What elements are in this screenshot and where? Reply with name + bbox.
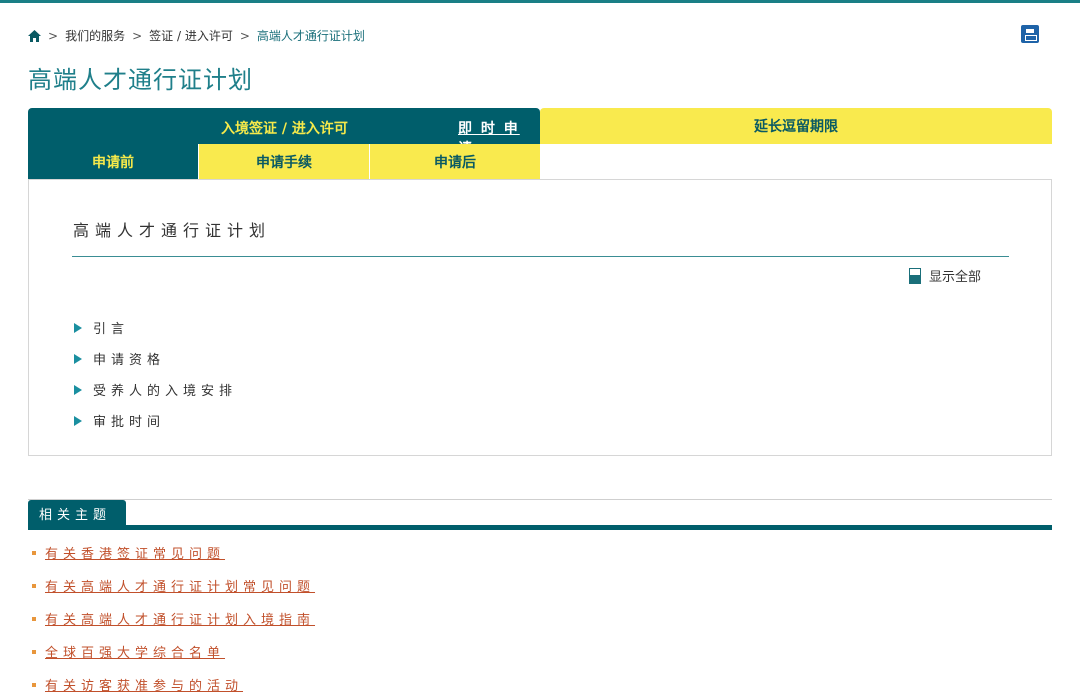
- bullet-icon: [32, 583, 36, 588]
- tab-entry-visa-label: 入境签证 / 进入许可: [221, 121, 348, 137]
- related-link-top-universities[interactable]: 全球百强大学综合名单: [45, 642, 225, 661]
- breadcrumb-separator: >: [48, 28, 59, 43]
- related-link-visa-faq[interactable]: 有关香港签证常见问题: [45, 543, 225, 562]
- tab-bar: 入境签证 / 进入许可 即 时 申 请 延长逗留期限 申请前 申请手续 申请后: [28, 108, 1052, 180]
- accordion-list: 引言 申请资格 受养人的入境安排 审批时间: [74, 312, 237, 436]
- bullet-icon: [32, 682, 36, 687]
- breadcrumb-separator: >: [239, 28, 250, 43]
- tab-entry-visa[interactable]: 入境签证 / 进入许可 即 时 申 请: [28, 108, 540, 157]
- subtab-before-apply[interactable]: 申请前: [28, 144, 198, 180]
- section-divider: [72, 256, 1009, 257]
- breadcrumb: > 我们的服务 > 签证 / 进入许可 > 高端人才通行证计划: [28, 27, 365, 44]
- breadcrumb-separator: >: [132, 28, 143, 43]
- accordion-item-label: 受养人的入境安排: [93, 384, 238, 399]
- page-title: 高端人才通行证计划: [28, 66, 253, 94]
- accordion-item-processing-time[interactable]: 审批时间: [74, 405, 237, 436]
- bullet-icon: [32, 616, 36, 621]
- expand-all-icon: [909, 267, 921, 284]
- accordion-item-introduction[interactable]: 引言: [74, 312, 237, 343]
- breadcrumb-current: 高端人才通行证计划: [256, 29, 365, 43]
- accordion-item-eligibility[interactable]: 申请资格: [74, 343, 237, 374]
- show-all-label: 显示全部: [929, 270, 982, 285]
- list-item: 有关高端人才通行证计划入境指南: [32, 602, 315, 635]
- accordion-item-label: 审批时间: [93, 415, 166, 430]
- print-icon[interactable]: [1021, 25, 1039, 43]
- accordion-item-dependants[interactable]: 受养人的入境安排: [74, 374, 237, 405]
- home-icon[interactable]: [28, 29, 41, 42]
- accordion-item-label: 申请资格: [93, 353, 166, 368]
- triangle-right-icon: [74, 322, 82, 333]
- list-item: 有关香港签证常见问题: [32, 536, 315, 569]
- related-link-visitor-activities[interactable]: 有关访客获准参与的活动: [45, 675, 243, 694]
- bullet-icon: [32, 649, 36, 654]
- related-link-ttps-guide[interactable]: 有关高端人才通行证计划入境指南: [45, 609, 315, 628]
- triangle-right-icon: [74, 384, 82, 395]
- related-topics-list: 有关香港签证常见问题 有关高端人才通行证计划常见问题 有关高端人才通行证计划入境…: [32, 536, 315, 696]
- breadcrumb-visa[interactable]: 签证 / 进入许可: [149, 27, 233, 44]
- show-all-toggle[interactable]: 显示全部: [909, 266, 981, 285]
- list-item: 全球百强大学综合名单: [32, 635, 315, 668]
- section-title: 高端人才通行证计划: [73, 221, 272, 240]
- subtab-application-procedure[interactable]: 申请手续: [199, 144, 369, 180]
- related-topics-bar: [28, 525, 1052, 530]
- accordion-item-label: 引言: [93, 322, 130, 337]
- related-divider: [28, 499, 1052, 500]
- tab-extend-stay[interactable]: 延长逗留期限: [540, 108, 1052, 144]
- triangle-right-icon: [74, 353, 82, 364]
- list-item: 有关访客获准参与的活动: [32, 668, 315, 696]
- content-panel: 高端人才通行证计划 显示全部 引言 申请资格 受养人的入境安排 审批时间: [28, 179, 1052, 456]
- subtab-after-apply[interactable]: 申请后: [370, 144, 540, 180]
- breadcrumb-services[interactable]: 我们的服务: [65, 27, 125, 44]
- bullet-icon: [32, 550, 36, 555]
- top-accent-line: [0, 0, 1080, 3]
- list-item: 有关高端人才通行证计划常见问题: [32, 569, 315, 602]
- related-link-ttps-faq[interactable]: 有关高端人才通行证计划常见问题: [45, 576, 315, 595]
- related-topics-header: 相关主题: [28, 500, 126, 526]
- triangle-right-icon: [74, 415, 82, 426]
